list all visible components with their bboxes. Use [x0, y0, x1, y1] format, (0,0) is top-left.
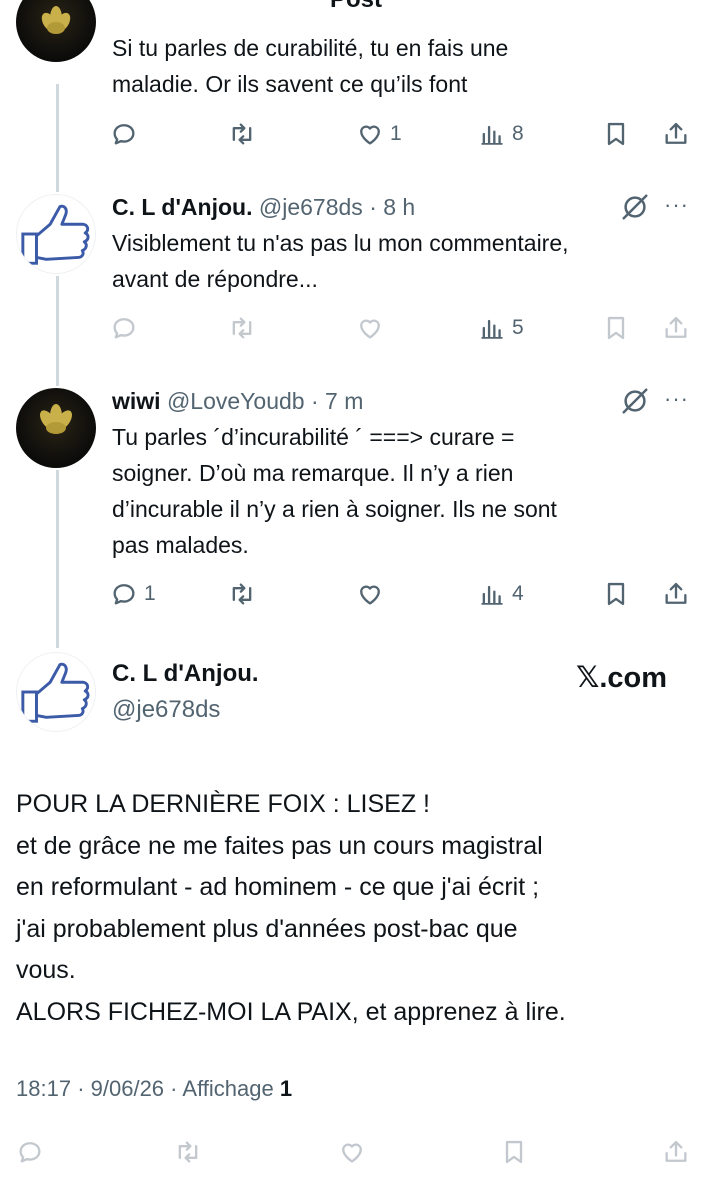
avatar[interactable]: [16, 0, 96, 62]
heart-icon: [360, 125, 380, 145]
thread-line: [56, 470, 59, 648]
user-handle[interactable]: @LoveYoudb: [167, 388, 305, 414]
thumbs-up-avatar-icon: [21, 204, 90, 265]
reply-button[interactable]: [16, 1132, 44, 1172]
reply-icon: [19, 1142, 41, 1163]
avatar-flower-image: [41, 6, 71, 34]
reply-text: Si tu parles de curabilité, tu en fais u…: [112, 35, 509, 97]
grok-icon[interactable]: [620, 192, 650, 222]
views-chart-icon: [481, 319, 503, 339]
repost-button[interactable]: [174, 1132, 202, 1172]
views-count: 8: [512, 122, 524, 145]
reply-text: Tu parles ´d’incurabilité ´ ===> curare …: [112, 424, 557, 558]
views-count: 1: [279, 1076, 293, 1101]
grok-icon[interactable]: [620, 386, 650, 416]
bookmark-button[interactable]: [602, 574, 630, 614]
bookmark-icon: [505, 1140, 523, 1164]
timestamp[interactable]: 7 m: [325, 388, 363, 414]
reply-header: C. L d'Anjou. @je678ds · 8 h: [112, 194, 415, 221]
views-chart-icon: [481, 585, 503, 605]
share-icon: [665, 122, 687, 144]
post-metadata: 18:17 · 9/06/26 · Affichage 1: [16, 1076, 292, 1102]
bookmark-icon: [607, 582, 625, 606]
page-title: Post: [0, 0, 712, 12]
share-icon: [665, 316, 687, 338]
share-icon: [665, 582, 687, 604]
share-button[interactable]: [662, 308, 690, 348]
repost-icon: [232, 317, 252, 339]
like-button[interactable]: [356, 308, 384, 348]
views-button[interactable]: 5: [478, 308, 524, 348]
repost-icon: [232, 123, 252, 145]
thread-line: [56, 276, 59, 386]
share-button[interactable]: [662, 574, 690, 614]
display-name[interactable]: C. L d'Anjou.: [112, 660, 259, 688]
views-count: 5: [512, 316, 524, 339]
more-icon[interactable]: ···: [664, 386, 689, 412]
views-label: Affichage: [182, 1076, 274, 1101]
user-handle[interactable]: @je678ds: [112, 696, 220, 724]
views-count: 4: [512, 582, 524, 605]
main-action-bar: [19, 1132, 700, 1172]
reply-count: 1: [144, 582, 156, 605]
share-button[interactable]: [662, 1132, 690, 1172]
separator: ·: [310, 388, 319, 414]
reply-header: wiwi @LoveYoudb · 7 m: [112, 388, 363, 415]
views-chart-icon: [481, 125, 503, 145]
repost-icon: [232, 583, 252, 605]
post-time[interactable]: 18:17: [16, 1076, 71, 1101]
reply-icon: [113, 584, 135, 605]
reply-icon: [113, 124, 135, 145]
reply-button[interactable]: [110, 114, 138, 154]
separator: ·: [369, 194, 377, 220]
like-button[interactable]: [338, 1132, 366, 1172]
heart-icon: [360, 319, 380, 339]
user-handle[interactable]: @je678ds: [259, 194, 363, 220]
like-button[interactable]: [356, 574, 384, 614]
thread-line: [56, 84, 59, 192]
reply-icon: [113, 318, 135, 339]
avatar[interactable]: [16, 194, 96, 274]
timestamp[interactable]: 8 h: [383, 194, 415, 220]
bookmark-icon: [607, 316, 625, 340]
bookmark-button[interactable]: [500, 1132, 528, 1172]
heart-icon: [342, 1143, 362, 1163]
repost-icon: [178, 1141, 198, 1163]
thumbs-up-avatar-icon: [21, 662, 90, 723]
post-date[interactable]: 9/06/26: [91, 1076, 164, 1101]
share-button[interactable]: [662, 114, 690, 154]
bookmark-button[interactable]: [602, 114, 630, 154]
bookmark-icon: [607, 122, 625, 146]
action-bar: 1 8: [100, 114, 700, 154]
reply-text: Visiblement tu n'as pas lu mon commentai…: [112, 230, 569, 292]
bookmark-button[interactable]: [602, 308, 630, 348]
top-bar: ← Post •••: [0, 0, 712, 12]
avatar[interactable]: [16, 388, 96, 468]
more-icon[interactable]: ···: [664, 192, 689, 218]
avatar-flower-image: [40, 404, 72, 434]
repost-button[interactable]: [228, 308, 256, 348]
post-text: POUR LA DERNIÈRE FOIX : LISEZ ! et de gr…: [16, 790, 566, 1026]
repost-button[interactable]: [228, 114, 256, 154]
reply-button[interactable]: [110, 308, 138, 348]
x-com-source-label: 𝕏.com: [576, 662, 668, 694]
share-icon: [665, 1140, 687, 1162]
avatar[interactable]: [16, 652, 96, 732]
separator: ·: [77, 1076, 85, 1101]
like-button[interactable]: 1: [356, 114, 402, 154]
reply-button[interactable]: 1: [110, 574, 156, 614]
display-name[interactable]: C. L d'Anjou.: [112, 194, 252, 220]
views-button[interactable]: 4: [478, 574, 524, 614]
heart-icon: [360, 585, 380, 605]
repost-button[interactable]: [228, 574, 256, 614]
views-button[interactable]: 8: [478, 114, 524, 154]
display-name[interactable]: wiwi: [112, 388, 161, 414]
more-icon[interactable]: •••: [646, 0, 676, 11]
separator: ·: [170, 1076, 178, 1101]
action-bar: 1 4: [100, 574, 700, 614]
action-bar: 5: [100, 308, 700, 348]
like-count: 1: [390, 122, 402, 145]
